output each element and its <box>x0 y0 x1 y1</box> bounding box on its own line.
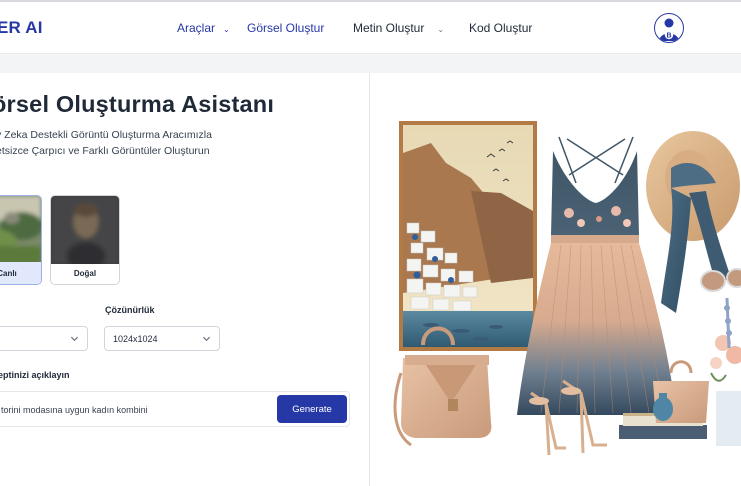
subtitle-line: y Zeka Destekli Görüntü Oluşturma Aracım… <box>0 129 212 141</box>
style-option-canli[interactable]: Canlı <box>0 195 42 285</box>
style-option-label: Canlı <box>0 262 41 284</box>
nav-metin-olustur[interactable]: Metin Oluştur ⌄ <box>353 21 444 35</box>
generated-image-panel <box>371 73 741 486</box>
resolution-select[interactable]: 1024x1024 <box>104 326 220 351</box>
chevron-down-icon: ⌄ <box>437 24 445 34</box>
style-option-label: Doğal <box>73 268 97 278</box>
nav-metin-olustur-label: Metin Oluştur <box>353 21 425 35</box>
top-navbar: ER AI Araçlar ⌄ Görsel Oluştur Metin Olu… <box>0 2 741 54</box>
size-select[interactable] <box>0 326 88 351</box>
page-background-band <box>0 54 741 73</box>
user-avatar[interactable]: B <box>654 13 684 43</box>
prompt-input-value: torini modasına uygun kadın kombini <box>1 405 148 415</box>
nav-araclar[interactable]: Araçlar ⌄ <box>177 21 230 35</box>
style-option-dogal[interactable]: Doğal <box>50 195 120 285</box>
generated-outfit-image <box>371 73 741 486</box>
resolution-label: Çözünürlük <box>105 305 155 315</box>
brand-logo[interactable]: ER AI <box>0 18 43 38</box>
subtitle-line: etsizce Çarpıcı ve Farklı Görüntüler Olu… <box>0 145 210 157</box>
page-subtitle: y Zeka Destekli Görüntü Oluşturma Aracım… <box>0 127 212 159</box>
chevron-down-icon: ⌄ <box>223 24 230 34</box>
user-icon: B <box>659 18 679 41</box>
chevron-down-icon <box>202 336 211 342</box>
generator-panel: örsel Oluşturma Asistanı y Zeka Destekli… <box>0 73 370 486</box>
resolution-value: 1024x1024 <box>113 333 158 344</box>
app-page: ER AI Araçlar ⌄ Görsel Oluştur Metin Olu… <box>0 0 741 486</box>
page-title: örsel Oluşturma Asistanı <box>0 91 275 117</box>
style-thumbnail-image <box>0 196 41 264</box>
prompt-label: eptinizi açıklayın <box>0 370 70 380</box>
nav-gorsel-olustur-label: Görsel Oluştur <box>247 21 325 35</box>
chevron-down-icon <box>70 336 79 342</box>
nav-gorsel-olustur[interactable]: Görsel Oluştur <box>247 21 324 35</box>
avatar-initial: B <box>666 33 671 40</box>
style-thumbnail-image <box>51 196 119 264</box>
generate-button[interactable]: Generate <box>277 395 347 423</box>
nav-araclar-label: Araçlar <box>177 21 216 35</box>
nav-kod-olustur-label: Kod Oluştur <box>469 21 533 35</box>
nav-kod-olustur[interactable]: Kod Oluştur <box>469 21 532 35</box>
